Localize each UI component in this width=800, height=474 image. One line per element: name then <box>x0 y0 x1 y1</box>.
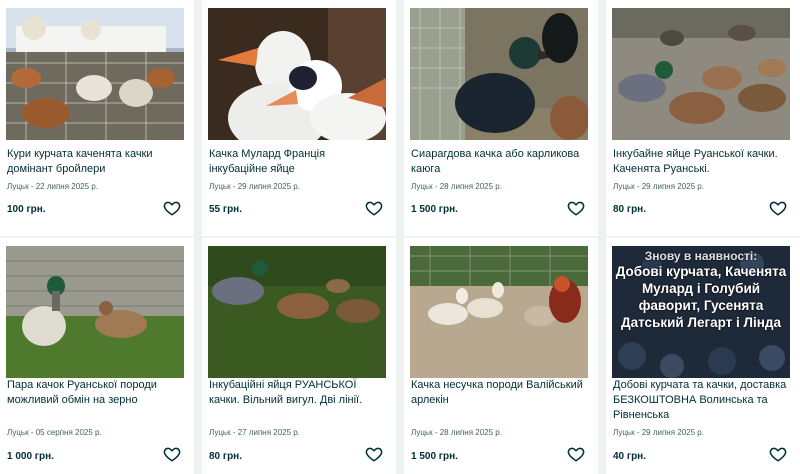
listing-location: Луцьк <box>7 182 29 191</box>
listing-card[interactable]: Качка несучка породи Валійський арлекін … <box>404 238 598 474</box>
listing-date: 29 липня 2025 р. <box>641 428 704 437</box>
listing-photo[interactable]: Знову в наявності: Добові курчата, Качен… <box>612 246 790 378</box>
listing-title[interactable]: Інкубаційні яйця РУАНСЬКОЇ качки. Вільни… <box>209 378 385 408</box>
listing-card[interactable]: Інкубайне яйце Руанської качки. Каченята… <box>606 0 800 236</box>
listing-card[interactable]: Інкубаційні яйця РУАНСЬКОЇ качки. Вільни… <box>202 238 396 474</box>
listing-location: Луцьк <box>411 182 433 191</box>
heart-outline-icon[interactable] <box>365 199 383 217</box>
promo-banner-body: Добові курчата, Каченята Мулард і Голуби… <box>615 264 787 330</box>
listing-grid: Кури курчата каченята качки домінант бро… <box>0 0 800 474</box>
listing-meta: Луцьк - 29 липня 2025 р. <box>613 182 704 191</box>
listing-date: 29 липня 2025 р. <box>641 182 704 191</box>
listing-price: 55 грн. <box>209 204 242 215</box>
listing-location: Луцьк <box>209 182 231 191</box>
listing-price: 100 грн. <box>7 204 46 215</box>
listing-card[interactable]: Пара качок Руанської породи можливий обм… <box>0 238 194 474</box>
heart-outline-icon[interactable] <box>365 445 383 463</box>
listing-photo[interactable] <box>208 246 386 378</box>
listing-title[interactable]: Пара качок Руанської породи можливий обм… <box>7 378 183 408</box>
listing-meta: Луцьк - 22 липня 2025 р. <box>7 182 98 191</box>
listing-photo[interactable] <box>208 8 386 140</box>
listing-meta: Луцьк - 05 серпня 2025 р. <box>7 428 102 437</box>
listing-title[interactable]: Качка Мулард Франція інкубаційне яйце <box>209 147 385 177</box>
heart-outline-icon[interactable] <box>163 445 181 463</box>
listing-date: 22 липня 2025 р. <box>35 182 98 191</box>
listing-photo[interactable] <box>6 246 184 378</box>
listing-price: 1 000 грн. <box>7 451 54 462</box>
listing-card[interactable]: Кури курчата каченята качки домінант бро… <box>0 0 194 236</box>
listing-meta: Луцьк - 29 липня 2025 р. <box>613 428 704 437</box>
heart-outline-icon[interactable] <box>769 445 787 463</box>
heart-outline-icon[interactable] <box>163 199 181 217</box>
listing-title[interactable]: Качка несучка породи Валійський арлекін <box>411 378 587 408</box>
listing-date: 28 липня 2025 р. <box>439 428 502 437</box>
listing-location: Луцьк <box>411 428 433 437</box>
listing-location: Луцьк <box>613 182 635 191</box>
listing-photo[interactable] <box>6 8 184 140</box>
listing-card[interactable]: Знову в наявності: Добові курчата, Качен… <box>606 238 800 474</box>
listing-price: 40 грн. <box>613 451 646 462</box>
listing-title[interactable]: Сиарагдова качка або карликова каюга <box>411 147 587 177</box>
listing-title[interactable]: Добові курчата та качки, доставка БЕЗКОШ… <box>613 378 789 423</box>
heart-outline-icon[interactable] <box>567 445 585 463</box>
listing-location: Луцьк <box>209 428 231 437</box>
listing-date: 29 липня 2025 р. <box>237 182 300 191</box>
promo-banner-headline: Знову в наявності: <box>644 249 758 263</box>
listing-price: 1 500 грн. <box>411 204 458 215</box>
listing-date: 05 серпня 2025 р. <box>35 428 102 437</box>
listing-price: 80 грн. <box>209 451 242 462</box>
listing-date: 28 липня 2025 р. <box>439 182 502 191</box>
listing-location: Луцьк <box>7 428 29 437</box>
heart-outline-icon[interactable] <box>769 199 787 217</box>
listing-meta: Луцьк - 27 липня 2025 р. <box>209 428 300 437</box>
listing-photo[interactable] <box>612 8 790 140</box>
promo-banner-text: Знову в наявності: Добові курчата, Качен… <box>612 246 790 378</box>
listing-title[interactable]: Інкубайне яйце Руанської качки. Каченята… <box>613 147 789 177</box>
listing-price: 1 500 грн. <box>411 451 458 462</box>
listing-title[interactable]: Кури курчата каченята качки домінант бро… <box>7 147 183 177</box>
heart-outline-icon[interactable] <box>567 199 585 217</box>
listing-location: Луцьк <box>613 428 635 437</box>
listing-price: 80 грн. <box>613 204 646 215</box>
listing-card[interactable]: Качка Мулард Франція інкубаційне яйце Лу… <box>202 0 396 236</box>
listing-card[interactable]: Сиарагдова качка або карликова каюга Луц… <box>404 0 598 236</box>
listing-photo[interactable] <box>410 246 588 378</box>
listing-meta: Луцьк - 28 липня 2025 р. <box>411 428 502 437</box>
listing-date: 27 липня 2025 р. <box>237 428 300 437</box>
listing-meta: Луцьк - 28 липня 2025 р. <box>411 182 502 191</box>
listing-meta: Луцьк - 29 липня 2025 р. <box>209 182 300 191</box>
listing-photo[interactable] <box>410 8 588 140</box>
